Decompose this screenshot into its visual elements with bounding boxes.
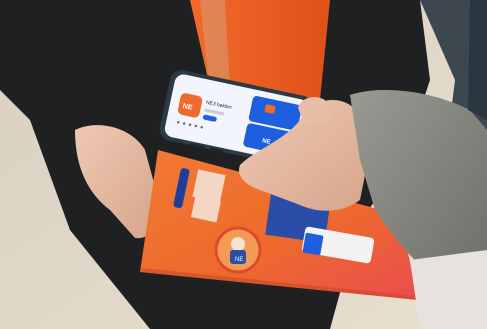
white-paper <box>410 250 487 329</box>
photo: NE NE NE3 helden NE <box>0 0 487 329</box>
booklet-app-icon <box>302 232 324 256</box>
mascot-head <box>231 237 245 251</box>
photo-canvas: NE NE NE3 helden NE <box>0 0 487 329</box>
background-dark-corner <box>468 0 487 120</box>
mascot-badge: NE <box>235 257 243 263</box>
